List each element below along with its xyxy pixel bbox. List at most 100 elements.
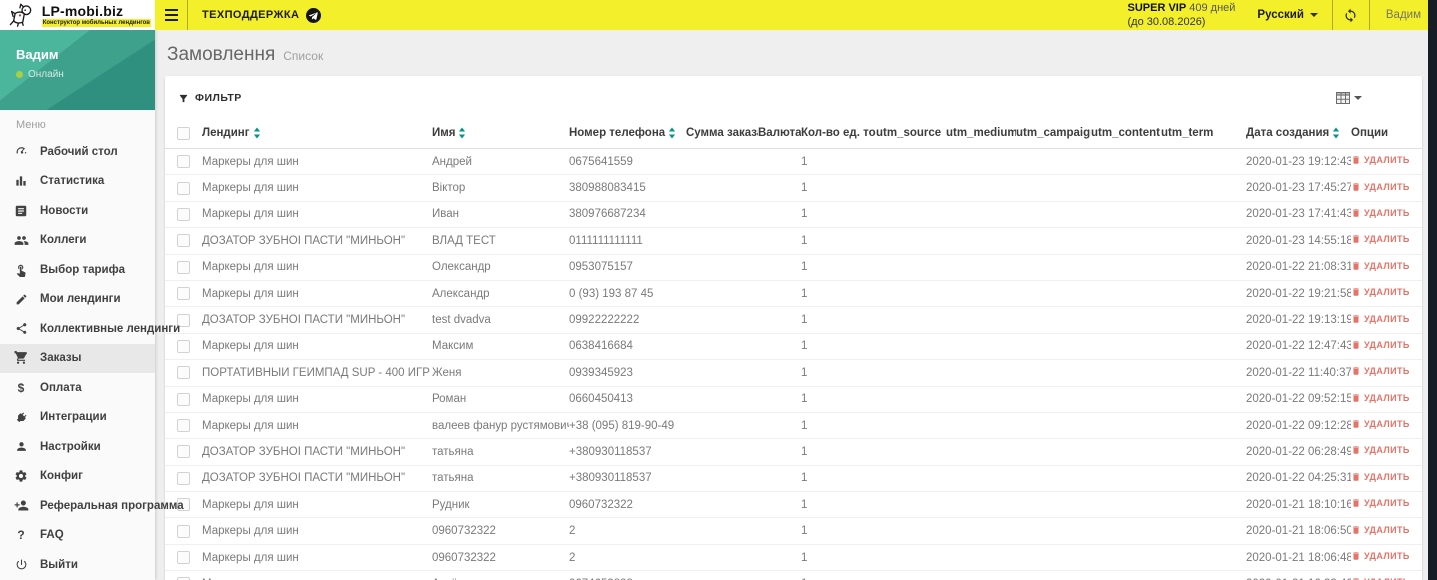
filter-button[interactable]: ФИЛЬТР	[178, 92, 242, 104]
sidebar-item-faq[interactable]: ? FAQ	[0, 521, 155, 551]
delete-button-label: УДАЛИТЬ	[1364, 234, 1410, 245]
row-checkbox[interactable]	[177, 339, 190, 353]
cell-phone: 0 (93) 193 87 45	[569, 287, 654, 300]
sidebar-item-logout[interactable]: Выйти	[0, 550, 155, 580]
delete-button[interactable]: УДАЛИТЬ	[1351, 498, 1410, 508]
delete-button[interactable]: УДАЛИТЬ	[1351, 393, 1410, 403]
sidebar-user-panel: Вадим Онлайн	[0, 30, 155, 110]
logo-title: LP-mobi.biz	[41, 2, 124, 19]
row-checkbox[interactable]	[177, 551, 190, 565]
hamburger-menu-button[interactable]	[155, 0, 187, 30]
row-checkbox[interactable]	[177, 181, 190, 195]
support-button[interactable]: ТЕХПОДДЕРЖКА	[188, 0, 335, 30]
delete-button[interactable]: УДАЛИТЬ	[1351, 287, 1410, 297]
column-header-12: Опции	[1351, 127, 1389, 139]
delete-button[interactable]: УДАЛИТЬ	[1351, 472, 1410, 482]
sidebar-item-referral[interactable]: Реферальная программа	[0, 491, 184, 521]
cell-created: 2020-01-22 11:40:37	[1246, 366, 1351, 379]
delete-button[interactable]: УДАЛИТЬ	[1351, 445, 1410, 455]
delete-button-label: УДАЛИТЬ	[1364, 207, 1410, 218]
sidebar-item-label: Интеграции	[40, 411, 107, 424]
column-header-11[interactable]: Дата создания	[1246, 127, 1351, 139]
delete-button[interactable]: УДАЛИТЬ	[1351, 208, 1410, 218]
cell-created: 2020-01-22 21:08:31	[1246, 261, 1351, 274]
menu-section-label: Меню	[16, 119, 46, 131]
sidebar-user-name: Вадим	[16, 47, 59, 62]
sidebar-item-tariff[interactable]: Выбор тарифа	[0, 255, 155, 285]
table-row: Маркеры для шин 0960732322 2 1 2020-01-21 18…	[165, 518, 1422, 545]
sidebar-item-label: Мои лендинги	[40, 293, 121, 306]
delete-button[interactable]: УДАЛИТЬ	[1351, 551, 1410, 561]
delete-button[interactable]: УДАЛИТЬ	[1351, 419, 1410, 429]
row-checkbox[interactable]	[177, 471, 190, 485]
delete-button[interactable]: УДАЛИТЬ	[1351, 234, 1410, 244]
cell-qty: 1	[801, 551, 808, 564]
delete-button[interactable]: УДАЛИТЬ	[1351, 261, 1410, 271]
row-checkbox[interactable]	[177, 234, 190, 248]
sidebar-item-collective-landings[interactable]: Коллективные лендинги	[0, 314, 180, 344]
question-icon: ?	[17, 528, 25, 543]
select-all-checkbox[interactable]	[177, 126, 190, 140]
sidebar-item-statistics[interactable]: Статистика	[0, 167, 155, 197]
cell-name: ВЛАД ТЕСТ	[432, 234, 496, 247]
delete-button-label: УДАЛИТЬ	[1364, 313, 1410, 324]
column-header-9: utm_content	[1091, 127, 1160, 139]
cell-landing: Маркеры для шин	[202, 208, 299, 221]
table-body: Маркеры для шин Андрей 0675641559 1 2020-01-…	[165, 149, 1422, 580]
sidebar-item-dashboard[interactable]: Рабочий стол	[0, 137, 155, 167]
cell-name: 0960732322	[432, 551, 496, 564]
refresh-button[interactable]	[1333, 0, 1369, 30]
row-checkbox[interactable]	[177, 207, 190, 221]
column-header-2[interactable]: Номер телефона	[569, 127, 686, 139]
sidebar-item-integrations[interactable]: Интеграции	[0, 403, 155, 433]
delete-button[interactable]: УДАЛИТЬ	[1351, 340, 1410, 350]
table-grid-icon	[1336, 92, 1350, 104]
gears-icon	[13, 468, 29, 484]
column-header-10: utm_term	[1161, 127, 1214, 139]
cell-created: 2020-01-22 12:47:43	[1246, 340, 1351, 353]
delete-button[interactable]: УДАЛИТЬ	[1351, 366, 1410, 376]
cell-created: 2020-01-21 18:10:16	[1246, 498, 1351, 511]
delete-button-label: УДАЛИТЬ	[1364, 524, 1410, 535]
topbar-username[interactable]: Вадим	[1370, 0, 1437, 30]
sidebar-item-orders[interactable]: Заказы	[0, 343, 155, 373]
table-row: Маркеры для шин Віктор 380988083415 1 2020-0…	[165, 175, 1422, 202]
column-header-0[interactable]: Лендинг	[202, 127, 432, 139]
delete-button[interactable]: УДАЛИТЬ	[1351, 525, 1410, 535]
language-selector[interactable]: Русский	[1243, 0, 1331, 30]
cell-created: 2020-01-21 18:06:48	[1246, 551, 1351, 564]
table-row: Маркеры для шин Андрей 0675641559 1 2020-01-…	[165, 149, 1422, 176]
columns-selector-button[interactable]	[1336, 92, 1408, 104]
sidebar-item-config[interactable]: Конфиг	[0, 462, 155, 492]
delete-button-label: УДАЛИТЬ	[1364, 419, 1410, 430]
cell-landing: Маркеры для шин	[202, 419, 299, 432]
sidebar-item-news[interactable]: Новости	[0, 196, 155, 226]
row-checkbox[interactable]	[177, 392, 190, 406]
sidebar-item-payment[interactable]: $ Оплата	[0, 373, 155, 403]
column-header-1[interactable]: Имя	[432, 127, 569, 139]
logo[interactable]: LP-mobi.biz Конструктор мобильных лендин…	[0, 0, 155, 30]
row-checkbox[interactable]	[177, 260, 190, 274]
cell-options: УДАЛИТЬ	[1351, 472, 1422, 485]
cell-qty: 1	[801, 525, 808, 538]
cell-qty: 1	[801, 155, 808, 168]
right-edge-scrollbar[interactable]	[1428, 0, 1437, 580]
row-checkbox[interactable]	[177, 366, 190, 380]
delete-button[interactable]: УДАЛИТЬ	[1351, 182, 1410, 192]
delete-button-label: УДАЛИТЬ	[1364, 471, 1410, 482]
delete-button[interactable]: УДАЛИТЬ	[1351, 314, 1410, 324]
sidebar-item-colleagues[interactable]: Коллеги	[0, 226, 155, 256]
row-checkbox[interactable]	[177, 155, 190, 169]
row-checkbox[interactable]	[177, 287, 190, 301]
cell-created: 2020-01-22 09:12:28	[1246, 419, 1351, 432]
cell-options: УДАЛИТЬ	[1351, 525, 1422, 538]
bar-chart-icon	[13, 173, 29, 189]
sidebar-item-settings[interactable]: Настройки	[0, 432, 155, 462]
row-checkbox[interactable]	[177, 445, 190, 459]
row-checkbox[interactable]	[177, 419, 190, 433]
filter-label: ФИЛЬТР	[195, 92, 242, 104]
row-checkbox[interactable]	[177, 524, 190, 538]
sidebar-item-my-landings[interactable]: Мои лендинги	[0, 285, 155, 315]
delete-button[interactable]: УДАЛИТЬ	[1351, 155, 1410, 165]
logo-subtitle: Конструктор мобильных лендингов	[41, 18, 151, 27]
